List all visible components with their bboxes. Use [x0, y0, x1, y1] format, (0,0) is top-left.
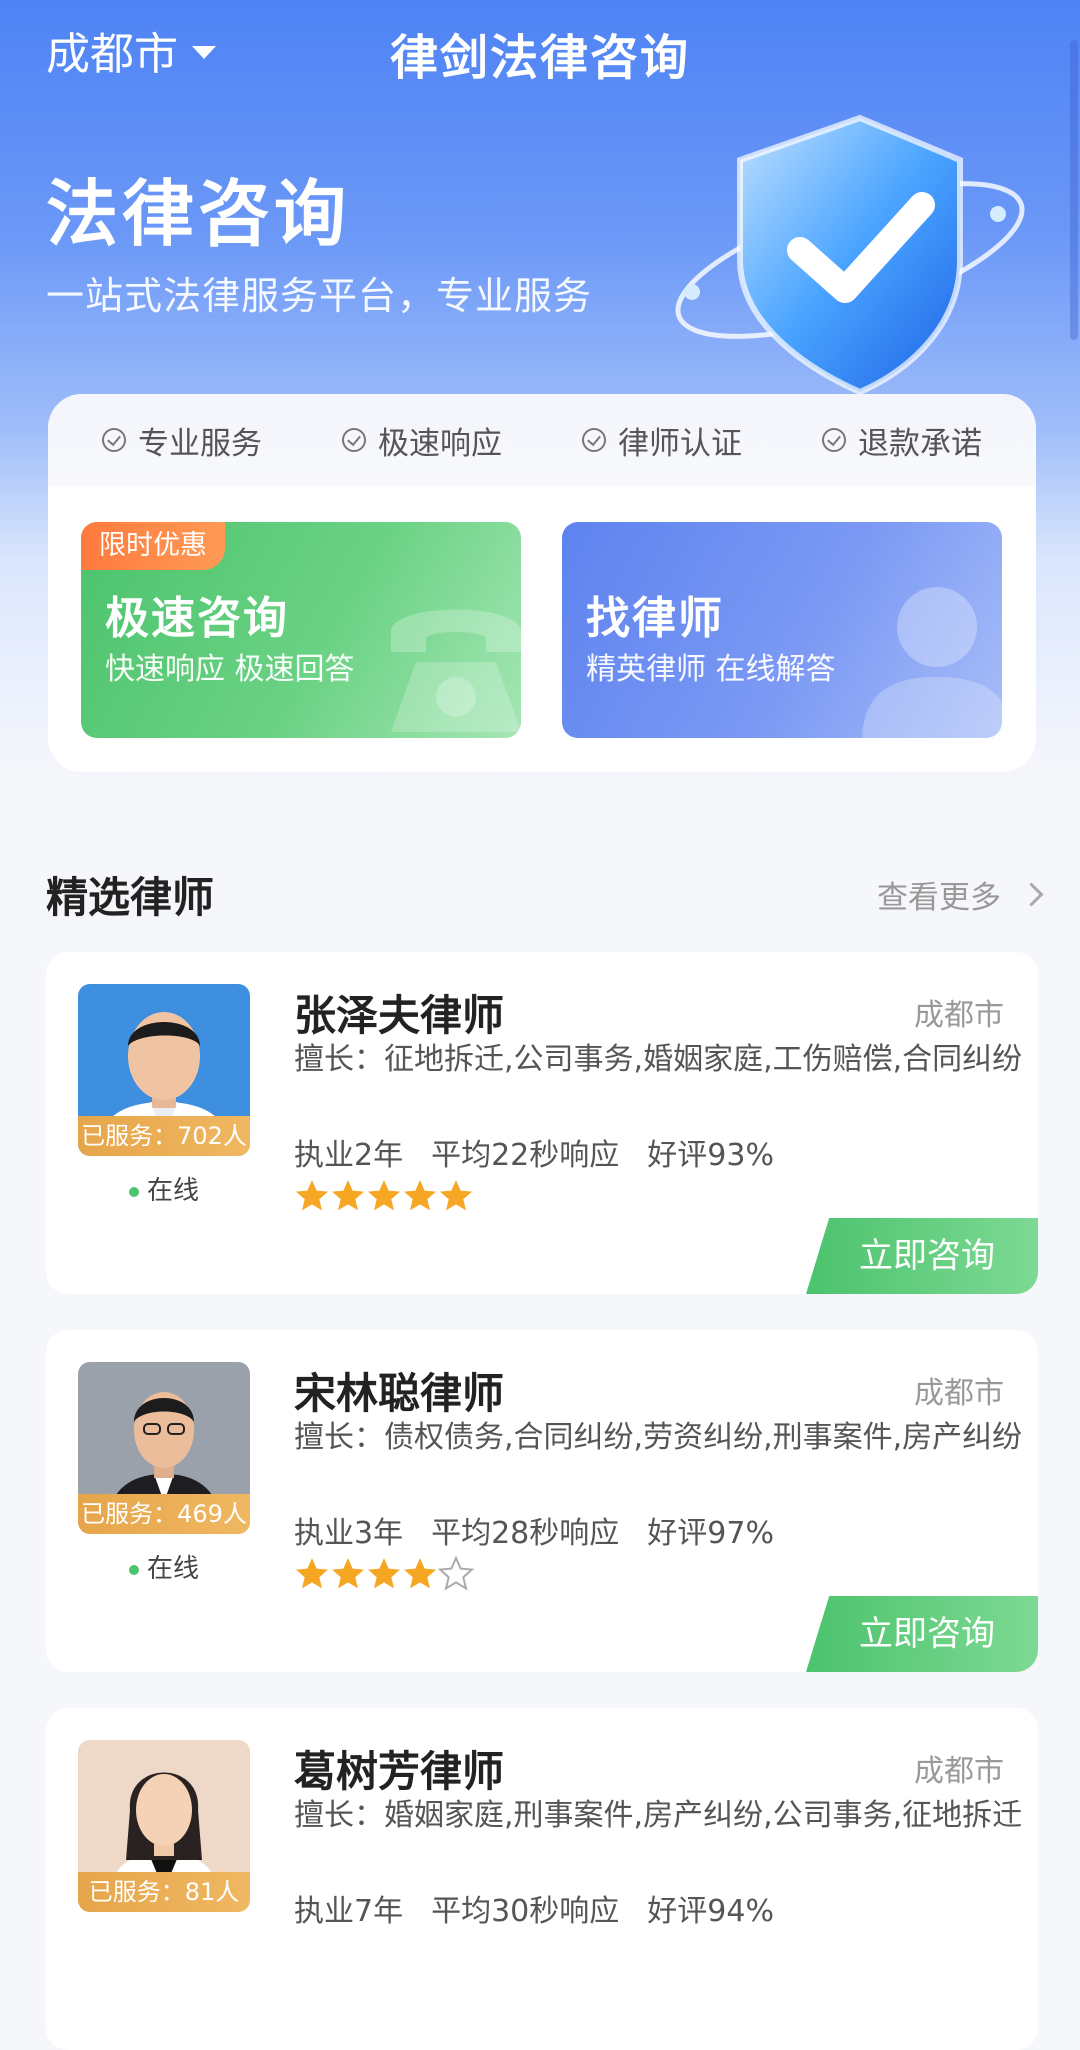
section-header: 精选律师 查看更多 — [46, 858, 1044, 922]
star-filled-icon — [296, 1558, 328, 1589]
lawyer-avatar: 已服务：81人 — [78, 1740, 250, 1912]
section-title: 精选律师 — [46, 873, 215, 922]
avg-response: 平均28秒响应 — [431, 1516, 620, 1551]
lawyer-card[interactable]: 已服务：469人 在线 宋林聪律师 成都市 擅长：债权债务,合同纠纷,劳资纠纷,… — [46, 1330, 1038, 1672]
star-filled-icon — [332, 1558, 364, 1589]
lawyer-avatar: 已服务：469人 — [78, 1362, 250, 1534]
consult-button[interactable]: 立即咨询 — [806, 1218, 1038, 1294]
promo-badge: 限时优惠 — [81, 522, 225, 570]
star-rating — [294, 1556, 474, 1590]
lawyer-specialty: 擅长：征地拆迁,公司事务,婚姻家庭,工伤赔偿,合同纠纷 — [294, 1042, 1023, 1077]
rating: 好评94% — [647, 1894, 774, 1929]
feature-strip: 专业服务 极速响应 律师认证 退款承诺 — [48, 394, 1036, 486]
check-circle-icon — [102, 428, 126, 452]
star-filled-icon — [368, 1558, 400, 1589]
lawyer-specialty: 擅长：债权债务,合同纠纷,劳资纠纷,刑事案件,房产纠纷 — [294, 1420, 1023, 1455]
star-filled-icon — [404, 1180, 436, 1211]
check-circle-icon — [822, 428, 846, 452]
lawyer-specialty: 擅长：婚姻家庭,刑事案件,房产纠纷,公司事务,征地拆迁 — [294, 1798, 1023, 1833]
check-circle-icon — [342, 428, 366, 452]
star-filled-icon — [368, 1180, 400, 1211]
lawyer-name: 宋林聪律师 — [294, 1369, 505, 1418]
feature-item: 退款承诺 — [822, 418, 982, 463]
star-filled-icon — [404, 1558, 436, 1589]
lawyer-stats: 执业2年 平均22秒响应 好评93% — [294, 1130, 802, 1174]
service-panel: 专业服务 极速响应 律师认证 退款承诺 限时优惠 极速咨询 快速响应 极速回答 … — [48, 394, 1036, 772]
shield-check-icon — [675, 114, 1025, 396]
feature-item: 专业服务 — [102, 418, 262, 463]
practice-years: 执业3年 — [294, 1516, 404, 1551]
star-rating — [294, 1178, 474, 1212]
star-filled-icon — [440, 1180, 472, 1211]
consult-button[interactable]: 立即咨询 — [806, 1596, 1038, 1672]
find-lawyer-subtitle: 精英律师 在线解答 — [586, 652, 836, 687]
lawyer-city: 成都市 — [914, 1754, 1004, 1789]
star-filled-icon — [296, 1180, 328, 1211]
star-empty-icon — [438, 1556, 474, 1590]
lawyer-city: 成都市 — [914, 1376, 1004, 1411]
hero-title: 法律咨询 — [46, 172, 351, 256]
find-lawyer-title: 找律师 — [586, 593, 724, 644]
online-dot-icon — [128, 1186, 139, 1197]
fast-consult-title: 极速咨询 — [105, 593, 289, 644]
lawyer-card[interactable]: 已服务：702人 在线 张泽夫律师 成都市 擅长：征地拆迁,公司事务,婚姻家庭,… — [46, 952, 1038, 1294]
avg-response: 平均30秒响应 — [431, 1894, 620, 1929]
avg-response: 平均22秒响应 — [431, 1138, 620, 1173]
hero-subtitle: 一站式法律服务平台，专业服务 — [46, 274, 593, 318]
chevron-right-icon — [1019, 882, 1044, 907]
lawyer-name: 张泽夫律师 — [294, 991, 505, 1040]
practice-years: 执业2年 — [294, 1138, 404, 1173]
view-more-link[interactable]: 查看更多 — [877, 872, 1044, 917]
lawyer-stats: 执业3年 平均28秒响应 好评97% — [294, 1508, 802, 1552]
app-title: 律剑法律咨询 — [389, 30, 690, 86]
lawyer-city: 成都市 — [914, 998, 1004, 1033]
top-bar: 成都市 律剑法律咨询 — [0, 0, 1080, 100]
lawyer-card[interactable]: 已服务：81人 葛树芳律师 成都市 擅长：婚姻家庭,刑事案件,房产纠纷,公司事务… — [46, 1708, 1038, 2050]
rating: 好评97% — [647, 1516, 774, 1551]
online-status: 在线 — [78, 1548, 250, 1585]
person-icon — [862, 587, 1002, 738]
find-lawyer-card[interactable]: 找律师 精英律师 在线解答 — [562, 522, 1002, 738]
fast-consult-subtitle: 快速响应 极速回答 — [105, 652, 355, 687]
lawyer-stats: 执业7年 平均30秒响应 好评94% — [294, 1886, 802, 1930]
rating: 好评93% — [647, 1138, 774, 1173]
served-count: 已服务：81人 — [78, 1872, 250, 1912]
online-status: 在线 — [78, 1170, 250, 1207]
practice-years: 执业7年 — [294, 1894, 404, 1929]
served-count: 已服务：702人 — [78, 1116, 250, 1156]
online-dot-icon — [128, 1564, 139, 1575]
phone-icon — [391, 609, 521, 732]
served-count: 已服务：469人 — [78, 1494, 250, 1534]
lawyer-avatar: 已服务：702人 — [78, 984, 250, 1156]
feature-item: 律师认证 — [582, 418, 742, 463]
star-filled-icon — [332, 1180, 364, 1211]
check-circle-icon — [582, 428, 606, 452]
lawyer-name: 葛树芳律师 — [294, 1747, 505, 1796]
feature-item: 极速响应 — [342, 418, 502, 463]
fast-consult-card[interactable]: 限时优惠 极速咨询 快速响应 极速回答 — [81, 522, 521, 738]
